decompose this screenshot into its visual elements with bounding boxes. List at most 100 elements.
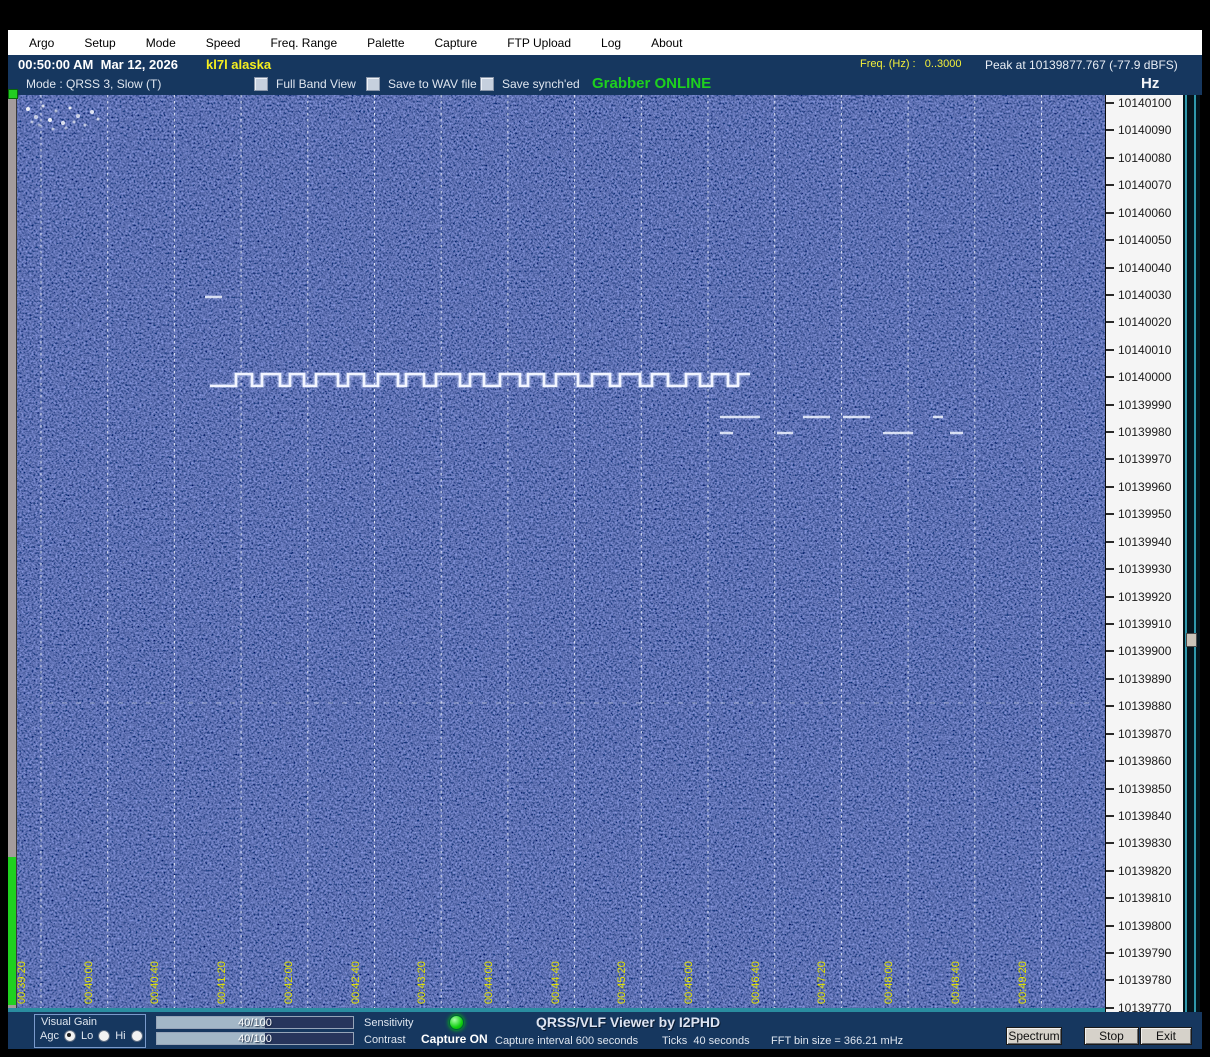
time-axis-label: 00:45:20 [616, 961, 629, 1004]
freq-axis-label: 10139960 [1118, 479, 1172, 494]
freq-axis-label: 10139980 [1118, 425, 1172, 440]
freq-axis-label: 10139990 [1118, 397, 1172, 412]
checkbox-save-synch-ed[interactable]: Save synch'ed [480, 77, 580, 91]
menu-mode[interactable]: Mode [131, 32, 191, 54]
checkbox-box-icon[interactable] [480, 77, 494, 91]
time-axis-label: 00:44:40 [549, 961, 562, 1004]
freq-axis-label: 10139920 [1118, 589, 1172, 604]
freq-axis-label: 10139970 [1118, 452, 1172, 467]
hz-unit-label: Hz [1141, 75, 1160, 92]
contrast-label: Contrast [364, 1034, 406, 1046]
menu-speed[interactable]: Speed [191, 32, 256, 54]
freq-axis-label: 10139890 [1118, 671, 1172, 686]
checkbox-full-band-view[interactable]: Full Band View [254, 77, 356, 91]
station-callsign: kl7l alaska [206, 57, 272, 72]
freq-tick-mark [1106, 979, 1114, 982]
checkbox-save-to-wav-file[interactable]: Save to WAV file [366, 77, 477, 91]
time-axis-label: 00:44:00 [482, 961, 495, 1004]
scrollbar-thumb[interactable] [1186, 633, 1197, 647]
freq-axis-label: 10139950 [1118, 507, 1172, 522]
scrollbar-track-line [1185, 95, 1187, 1012]
freq-tick-mark [1106, 403, 1114, 406]
header-bar: 00:50:00 AM Mar 12, 2026 kl7l alaska Fre… [8, 55, 1202, 73]
menu-bar: Argo Setup Mode Speed Freq. Range Palette Capt… [8, 30, 1202, 55]
menu-about[interactable]: About [636, 32, 697, 54]
capture-led-icon [449, 1015, 464, 1030]
waterfall-display[interactable]: 00:39:20 00:40:00 00:40:40 00:41:20 00:42:00… [8, 95, 1105, 1008]
freq-tick-mark [1106, 266, 1114, 269]
time-axis-label: 00:48:40 [949, 961, 962, 1004]
visual-gain-group: Visual Gain Agc Lo Hi [34, 1014, 146, 1048]
freq-tick-mark [1106, 156, 1114, 159]
checkbox-box-icon[interactable] [366, 77, 380, 91]
menu-ftp-upload[interactable]: FTP Upload [492, 32, 586, 54]
radio-lo[interactable] [98, 1030, 111, 1042]
exit-button[interactable]: Exit [1140, 1027, 1192, 1045]
freq-axis-label: 10140040 [1118, 260, 1172, 275]
capture-state-label: Capture ON [421, 1032, 488, 1046]
status-bar: Visual Gain Agc Lo Hi 40/100 40/100 Sensit… [8, 1012, 1202, 1049]
menu-setup[interactable]: Setup [69, 32, 130, 54]
freq-tick-mark [1106, 869, 1114, 872]
freq-axis-label: 10139790 [1118, 946, 1172, 961]
checkbox-box-icon[interactable] [254, 77, 268, 91]
freq-axis-label: 10139840 [1118, 808, 1172, 823]
signal-overlay [26, 95, 1098, 1008]
visual-gain-radios: Agc Lo Hi [40, 1030, 143, 1042]
freq-tick-mark [1106, 321, 1114, 324]
menu-log[interactable]: Log [586, 32, 636, 54]
freq-axis-label: 10139780 [1118, 973, 1172, 988]
menu-palette[interactable]: Palette [352, 32, 419, 54]
freq-axis-label: 10139850 [1118, 781, 1172, 796]
time-axis-label: 00:43:20 [416, 961, 429, 1004]
freq-axis-label: 10140100 [1118, 96, 1172, 110]
freq-axis-label: 10139900 [1118, 644, 1172, 659]
freq-tick-mark [1106, 184, 1114, 187]
time-axis-label: 00:46:40 [749, 961, 762, 1004]
freq-axis-label: 10139770 [1118, 1000, 1172, 1012]
menu-argo[interactable]: Argo [14, 32, 69, 54]
contrast-value: 40/100 [238, 1033, 272, 1045]
radio-agc[interactable] [63, 1030, 76, 1042]
time-axis-label: 00:39:20 [16, 961, 28, 1004]
contrast-slider[interactable]: 40/100 [156, 1032, 354, 1045]
time-axis-label: 00:46:00 [683, 961, 695, 1004]
frequency-scrollbar[interactable] [1183, 95, 1200, 1012]
freq-axis-label: 10140010 [1118, 342, 1172, 357]
radio-hi[interactable] [130, 1030, 143, 1042]
freq-axis-label: 10140020 [1118, 315, 1172, 330]
peak-readout: Peak at 10139877.767 (-77.9 dBFS) [985, 58, 1178, 72]
checkbox-label: Save to WAV file [388, 77, 477, 91]
scrollbar-track-line [1194, 95, 1196, 1012]
freq-tick-mark [1106, 732, 1114, 735]
stop-button[interactable]: Stop [1084, 1027, 1139, 1045]
freq-axis-label: 10140000 [1118, 370, 1172, 385]
freq-range-readout: Freq. (Hz) : 0..3000 [860, 58, 962, 70]
freq-tick-mark [1106, 348, 1114, 351]
spectrum-button[interactable]: Spectrum [1006, 1027, 1062, 1045]
freq-axis-label: 10140060 [1118, 205, 1172, 220]
sensitivity-slider[interactable]: 40/100 [156, 1016, 354, 1029]
freq-axis-label: 10140080 [1118, 150, 1172, 165]
freq-tick-mark [1106, 952, 1114, 955]
freq-tick-mark [1106, 677, 1114, 680]
freq-tick-mark [1106, 705, 1114, 708]
checkbox-label: Save synch'ed [502, 77, 580, 91]
radio-label-agc: Agc [40, 1030, 59, 1042]
menu-capture[interactable]: Capture [420, 32, 493, 54]
sensitivity-value: 40/100 [238, 1017, 272, 1029]
time-axis-label: 00:42:00 [282, 961, 295, 1004]
freq-axis-label: 10139860 [1118, 754, 1172, 769]
freq-tick-mark [1106, 129, 1114, 132]
freq-axis-label: 10139910 [1118, 616, 1172, 631]
freq-tick-mark [1106, 458, 1114, 461]
freq-tick-mark [1106, 485, 1114, 488]
visual-gain-label: Visual Gain [41, 1016, 98, 1028]
freq-axis-label: 10139810 [1118, 891, 1172, 906]
time-axis-label: 00:48:00 [883, 961, 896, 1004]
menu-freq-range[interactable]: Freq. Range [255, 32, 352, 54]
freq-tick-mark [1106, 239, 1114, 242]
capture-progress-strip [8, 95, 17, 1008]
freq-tick-mark [1106, 760, 1114, 763]
checkbox-label: Full Band View [276, 77, 356, 91]
